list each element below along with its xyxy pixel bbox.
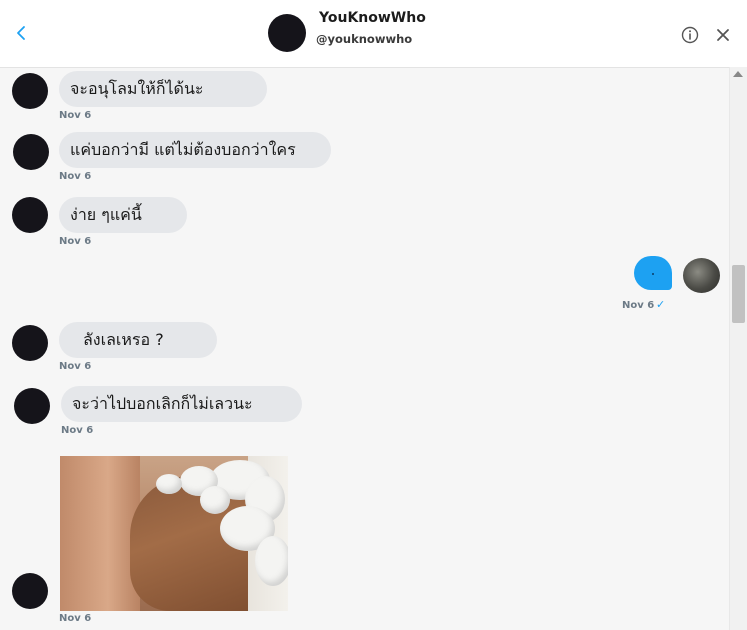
scrollbar-thumb[interactable] [732, 265, 745, 323]
message-bubble[interactable]: แค่บอกว่ามี แต่ไม่ต้องบอกว่าใคร [59, 132, 331, 168]
message-bubble[interactable]: จะว่าไปบอกเลิกก็ไม่เลวนะ [61, 386, 302, 422]
dot-glyph [652, 273, 654, 275]
message-bubble[interactable]: ง่าย ๆแค่นี้ [59, 197, 187, 233]
message-timestamp: Nov 6 [59, 236, 92, 247]
message-bubble[interactable]: ลังเลเหรอ ? [59, 322, 217, 358]
sender-avatar[interactable] [13, 134, 49, 170]
message-timestamp: Nov 6 [59, 110, 92, 121]
my-avatar[interactable] [683, 258, 720, 293]
my-message-bubble[interactable] [634, 256, 672, 290]
info-button[interactable] [679, 24, 701, 46]
conversation-scrollbar[interactable] [729, 67, 747, 630]
sender-avatar[interactable] [14, 388, 50, 424]
message-image[interactable] [60, 456, 288, 611]
message-timestamp: Nov 6 [59, 171, 92, 182]
contact-avatar[interactable] [268, 14, 306, 52]
sender-avatar[interactable] [12, 325, 48, 361]
message-timestamp: Nov 6 [61, 425, 94, 436]
close-button[interactable] [712, 24, 734, 46]
contact-handle[interactable]: @youknowwho [316, 32, 412, 46]
sender-avatar[interactable] [12, 197, 48, 233]
message-timestamp: Nov 6 [59, 613, 92, 624]
info-icon [681, 26, 699, 44]
contact-name[interactable]: YouKnowWho [319, 10, 426, 26]
chevron-left-icon [17, 26, 25, 40]
sender-avatar[interactable] [12, 573, 48, 609]
sent-check-icon: ✓ [656, 298, 666, 311]
conversation-header: YouKnowWho @youknowwho [0, 0, 747, 68]
message-timestamp: Nov 6 [622, 300, 655, 311]
scroll-up-arrow-icon[interactable] [733, 71, 743, 77]
sender-avatar[interactable] [12, 73, 48, 109]
dm-conversation-window: YouKnowWho @youknowwho จะอนุโลมให้ก็ได้น… [0, 0, 747, 630]
message-timestamp: Nov 6 [59, 361, 92, 372]
back-button[interactable] [8, 20, 34, 46]
message-bubble[interactable]: จะอนุโลมให้ก็ได้นะ [59, 71, 267, 107]
close-icon [717, 29, 729, 41]
